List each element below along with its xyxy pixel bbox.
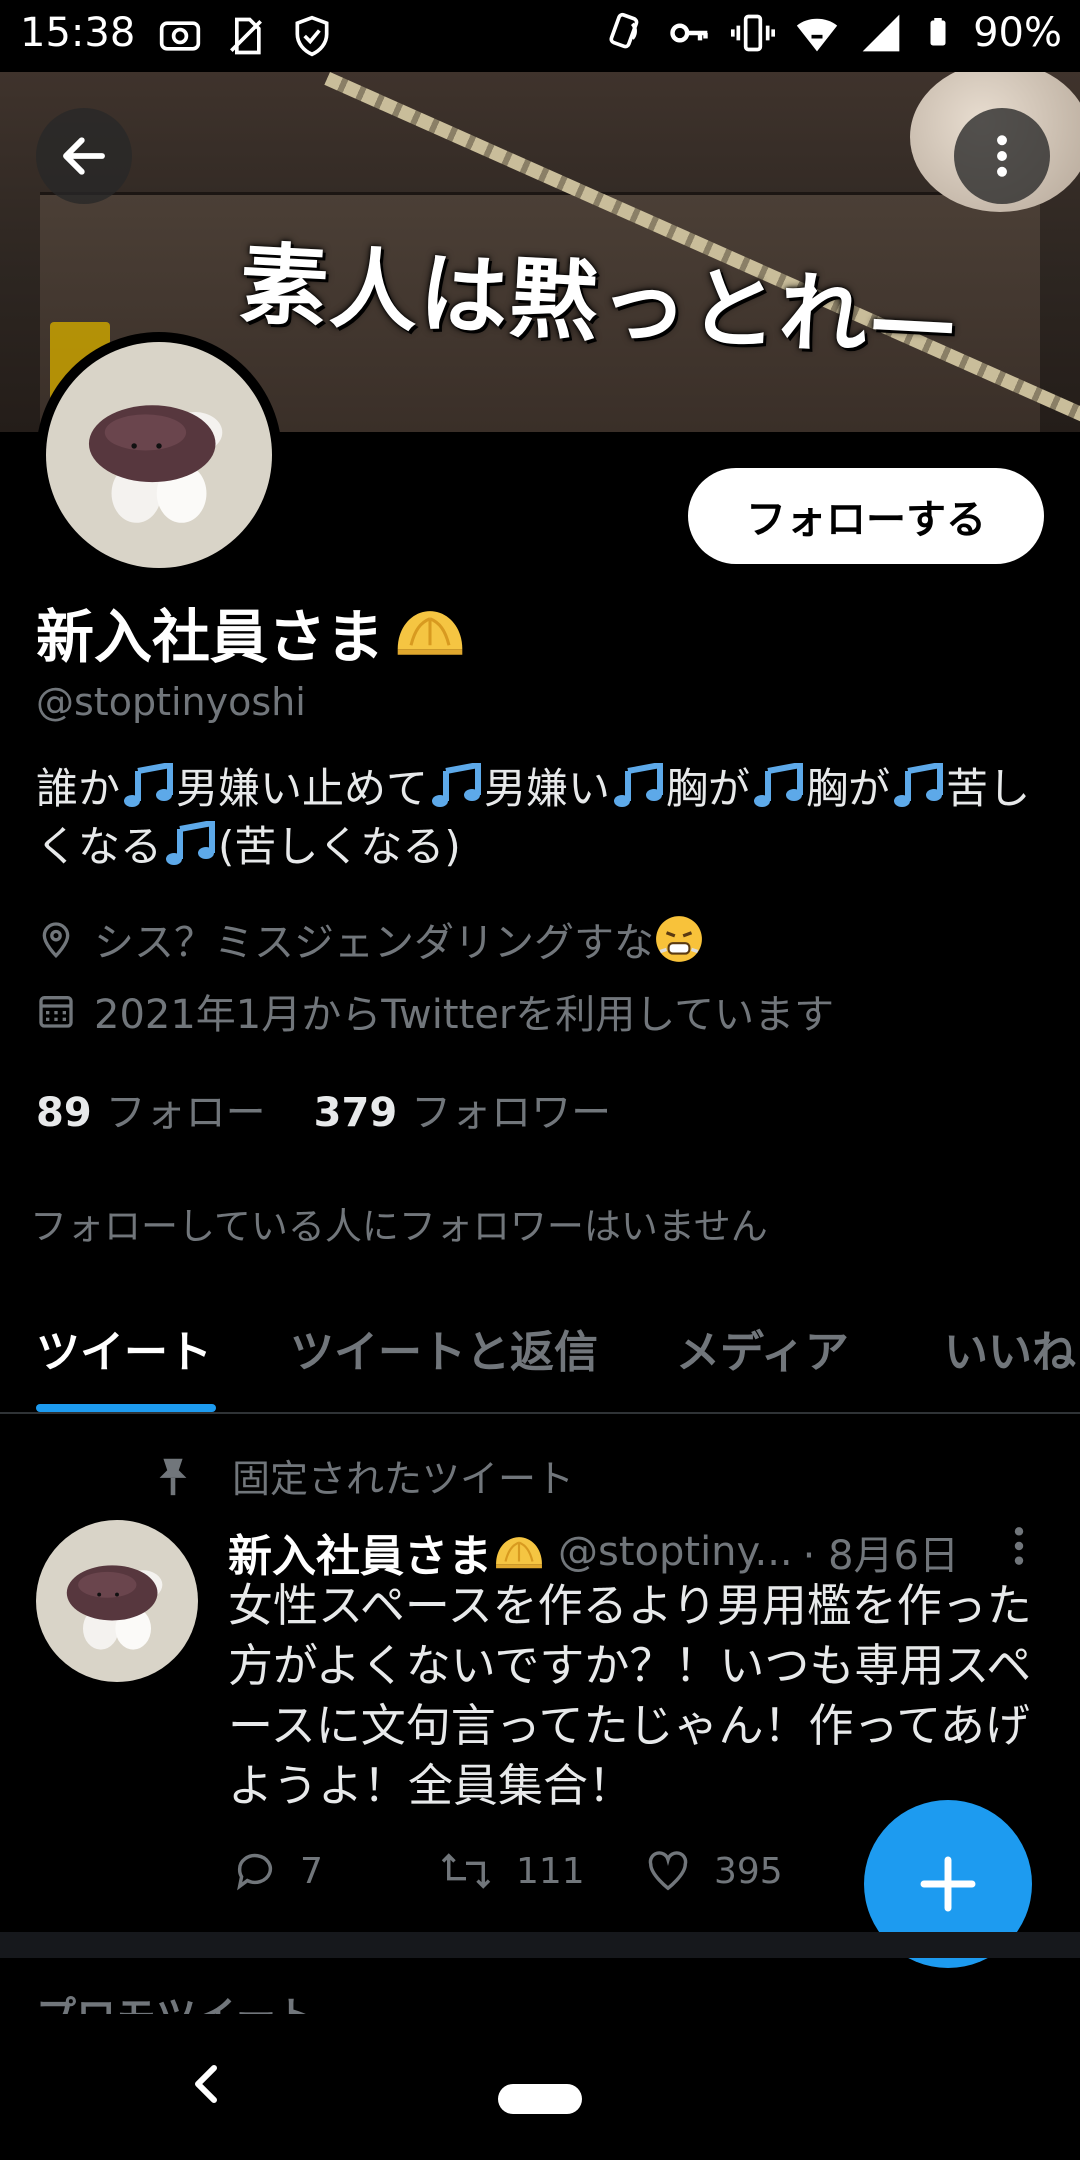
reply-button[interactable]: 7 — [232, 1848, 438, 1894]
profile-avatar[interactable] — [36, 332, 282, 578]
status-time: 15:38 — [20, 10, 136, 56]
screenshot-icon — [159, 21, 201, 51]
musical-notes-emoji — [894, 763, 944, 807]
location-pin-icon — [42, 922, 70, 959]
nfc-icon — [609, 12, 639, 49]
followers-link[interactable]: 379 フォロワー — [314, 1080, 612, 1138]
plus-icon — [920, 1856, 976, 1912]
promoted-tweets-header: プロモツイート — [36, 1984, 316, 2016]
back-button[interactable] — [36, 108, 132, 204]
location-row: シス？ミスジェンダリングすな — [36, 910, 704, 968]
tab-media[interactable]: メディア — [676, 1316, 849, 1380]
follow-counts: 89 フォロー 379 フォロワー — [36, 1080, 611, 1138]
tweet-author-handle: @stoptiny... — [558, 1529, 793, 1575]
arrow-left-icon — [63, 137, 105, 175]
location-text: シス？ミスジェンダリングすな — [94, 920, 654, 966]
bio-text: 誰か — [36, 764, 121, 813]
tweet-actions: 7 111 395 — [232, 1848, 850, 1894]
no-mutual-followers-note: フォローしている人にフォロワーはいません — [30, 1205, 768, 1248]
tab-tweets[interactable]: ツイート — [36, 1316, 212, 1380]
tweet-more-button[interactable] — [1010, 1524, 1028, 1572]
no-sim-icon — [230, 17, 262, 55]
heart-icon — [648, 1851, 688, 1891]
plush-toy-picture — [88, 405, 223, 523]
more-options-button[interactable] — [954, 108, 1050, 204]
vibrate-icon — [731, 14, 776, 52]
profile-tabs: ツイート ツイートと返信 メディア いいね — [0, 1300, 1080, 1414]
bio-text: 胸が — [666, 764, 751, 813]
bio-text: 男嫌い止めて — [176, 764, 429, 813]
retweet-icon — [441, 1853, 491, 1889]
bun-emoji — [496, 1537, 542, 1569]
tweet-avatar-image — [36, 1520, 198, 1682]
user-handle: @stoptinyoshi — [36, 680, 306, 724]
status-right-icons: 90% — [603, 10, 1062, 56]
nav-back-button[interactable] — [186, 2060, 226, 2112]
bio-text: 胸が — [806, 764, 891, 813]
bio-text: 男嫌い — [484, 764, 611, 813]
following-link[interactable]: 89 フォロー — [36, 1080, 266, 1138]
display-name-text: 新入社員さま — [36, 603, 385, 671]
like-count: 395 — [714, 1850, 783, 1892]
chevron-left-icon — [195, 2065, 217, 2103]
tweet-avatar[interactable] — [36, 1520, 198, 1682]
status-left-icons — [158, 14, 334, 58]
musical-notes-emoji — [124, 763, 174, 807]
pinned-indicator: 固定されたツイート — [150, 1448, 574, 1503]
section-divider — [0, 1932, 1080, 1958]
tab-likes[interactable]: いいね — [944, 1316, 1076, 1380]
calendar-icon — [39, 996, 73, 1028]
status-bar: 15:38 90% — [0, 0, 1080, 72]
following-count: 89 — [36, 1090, 92, 1136]
like-button[interactable]: 395 — [644, 1848, 850, 1894]
signal-icon — [862, 14, 900, 52]
tweet-author-name[interactable]: 新入社員さま — [228, 1520, 492, 1584]
vpn-key-icon — [670, 23, 708, 43]
system-navigation-bar — [0, 2014, 1080, 2160]
pinned-label: 固定されたツイート — [232, 1457, 575, 1501]
active-tab-indicator — [36, 1404, 216, 1412]
avatar-image — [46, 342, 272, 568]
musical-notes-emoji — [166, 821, 216, 865]
bun-emoji — [397, 611, 463, 655]
joined-row: 2021年1月からTwitterを利用しています — [36, 982, 834, 1040]
musical-notes-emoji — [754, 763, 804, 807]
tweet-text[interactable]: 女性スペースを作るより男用檻を作った方がよくないですか？！いつも専用スペースに文… — [228, 1576, 1048, 1816]
joined-text: 2021年1月からTwitterを利用しています — [94, 992, 835, 1038]
more-vertical-icon — [997, 135, 1007, 177]
battery-percent: 90% — [973, 10, 1062, 56]
tab-tweets-and-replies[interactable]: ツイートと返信 — [290, 1316, 598, 1380]
musical-notes-emoji — [614, 763, 664, 807]
pin-icon — [159, 1458, 187, 1495]
shield-icon — [295, 15, 329, 57]
plush-toy-picture — [66, 1565, 163, 1650]
following-label: フォロー — [105, 1090, 266, 1136]
wifi-icon — [796, 18, 838, 52]
followers-count: 379 — [313, 1090, 398, 1136]
bio-text: (苦しくなる) — [218, 822, 461, 871]
reply-icon — [237, 1853, 273, 1891]
retweet-count: 111 — [516, 1850, 585, 1892]
musical-notes-emoji — [432, 763, 482, 807]
reply-count: 7 — [300, 1850, 323, 1892]
nav-home-pill[interactable] — [498, 2084, 582, 2114]
angry-face-emoji — [656, 916, 702, 962]
more-vertical-icon — [1014, 1527, 1024, 1565]
display-name: 新入社員さま — [36, 590, 468, 674]
follow-button[interactable]: フォローする — [688, 468, 1044, 564]
tweet-header: 新入社員さま @stoptiny... · 8月6日 — [228, 1520, 959, 1584]
followers-label: フォロワー — [411, 1090, 612, 1136]
retweet-button[interactable]: 111 — [438, 1848, 644, 1894]
battery-icon — [930, 18, 946, 46]
bio: 誰か 男嫌い止めて 男嫌い 胸が 胸が 苦しくなる (苦しくなる) — [36, 760, 1046, 876]
tweet-date[interactable]: · 8月6日 — [803, 1523, 959, 1581]
